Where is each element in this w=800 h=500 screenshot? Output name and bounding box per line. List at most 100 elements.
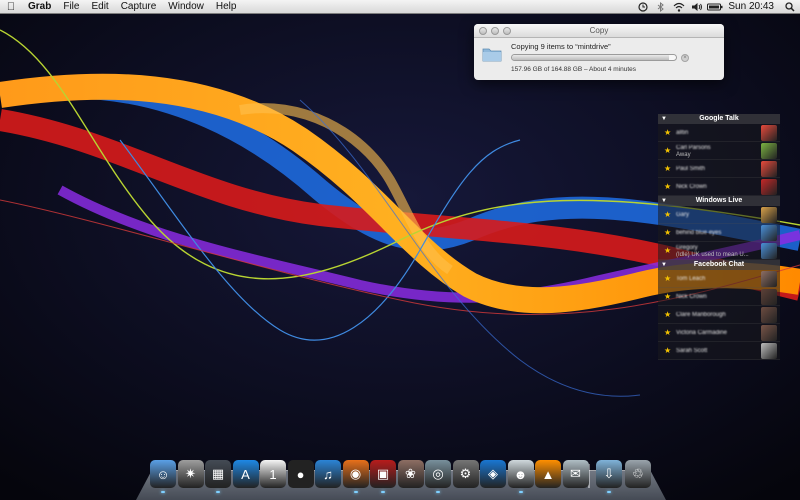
system-preferences-glyph: ⚙ [459, 466, 472, 481]
wifi-icon[interactable] [670, 0, 688, 14]
buddy-group-header[interactable]: ▼ Google Talk [658, 114, 780, 124]
buddy-group-header[interactable]: ▼ Windows Live [658, 196, 780, 206]
buddy-row[interactable]: ★ alltin [658, 124, 780, 142]
launchpad-icon[interactable]: ✷ [177, 460, 204, 488]
minimize-window-button[interactable] [491, 27, 499, 35]
buddy-row[interactable]: ★ Sarah Scott [658, 342, 780, 360]
stop-copy-button[interactable]: × [681, 54, 689, 62]
spotlight-search-icon[interactable] [780, 0, 800, 14]
zoom-window-button[interactable] [503, 27, 511, 35]
favorite-star-icon: ★ [664, 210, 672, 219]
downloads-folder-glyph: ⇩ [603, 466, 615, 481]
time-machine-icon[interactable] [634, 0, 652, 14]
photo-icon [761, 325, 777, 341]
buddy-row[interactable]: ★ Tom Leach [658, 270, 780, 288]
buddy-row[interactable]: ★ Clare Manborough [658, 306, 780, 324]
favorite-star-icon: ★ [664, 310, 672, 319]
itunes-glyph: ♫ [323, 466, 333, 482]
trash-icon[interactable]: ♲ [625, 460, 651, 488]
buddy-status: Away [676, 152, 691, 158]
close-window-button[interactable] [479, 27, 487, 35]
virtualbox-icon[interactable]: ◈ [480, 460, 506, 488]
image-capture-glyph: ◎ [432, 466, 444, 481]
volume-icon[interactable] [688, 0, 706, 14]
app-menu-grab[interactable]: Grab [22, 0, 57, 14]
running-indicator [381, 491, 385, 493]
buddy-name: Paul Smith [676, 166, 706, 172]
favorite-star-icon: ★ [664, 274, 672, 283]
turtle-icon [761, 207, 777, 223]
vlc-icon[interactable]: ▲ [535, 460, 561, 488]
buddy-row[interactable]: ★ Nick Crown [658, 288, 780, 306]
system-preferences-icon[interactable]: ⚙ [452, 460, 479, 488]
speech-bubble-icon [761, 125, 777, 141]
dvd-player-icon[interactable]: ● [287, 460, 314, 488]
buddy-name: behind blue eyes [676, 230, 722, 236]
dock: ☺ ✷ ▦ A 1 ● ♫ ◉ ▣ ❀ ◎ ⚙ ◈ ☻ ▲ ✉ ⇩ ♲ [150, 460, 651, 493]
archive-glyph: ✉ [570, 466, 581, 481]
iphoto-icon[interactable]: ❀ [397, 460, 424, 488]
battery-icon[interactable] [706, 0, 724, 14]
buddy-row[interactable]: ★ Carl Parsons Away [658, 142, 780, 160]
buddy-status: (Idle) UK used to mean U... [676, 252, 749, 258]
folder-icon [482, 48, 502, 62]
buddy-name: Nick Crown [676, 184, 707, 190]
menu-help[interactable]: Help [210, 0, 243, 14]
trash-glyph: ♲ [632, 466, 644, 481]
firefox-glyph: ◉ [349, 466, 362, 481]
photo-icon [761, 289, 777, 305]
dvd-player-glyph: ● [296, 466, 305, 482]
copy-window-titlebar[interactable]: Copy [474, 24, 724, 38]
buddy-row[interactable]: ★ Paul Smith [658, 160, 780, 178]
itunes-icon[interactable]: ♫ [315, 460, 341, 488]
menu-capture[interactable]: Capture [115, 0, 163, 14]
favorite-star-icon: ★ [664, 146, 672, 155]
bluetooth-icon[interactable] [652, 0, 670, 14]
copy-progress-window: Copy Copying 9 items to “mintdrive” × 15… [474, 24, 724, 80]
finder-glyph: ☺ [156, 466, 170, 482]
downloads-folder-icon[interactable]: ⇩ [596, 460, 622, 488]
alien-icon[interactable]: ☻ [507, 460, 534, 488]
finder-icon[interactable]: ☺ [150, 460, 176, 488]
photo-booth-icon[interactable]: ▣ [370, 460, 396, 488]
copy-status-message: Copying 9 items to “mintdrive” [511, 42, 611, 51]
buddy-row[interactable]: ★ behind blue eyes [658, 224, 780, 242]
buddy-name: Carl Parsons [676, 145, 711, 151]
disclosure-triangle-icon[interactable]: ▼ [661, 260, 667, 270]
copy-progress-text: 157.96 GB of 164.88 GB – About 4 minutes [511, 66, 637, 73]
menu-edit[interactable]: Edit [85, 0, 114, 14]
buddy-name: Tom Leach [676, 276, 706, 282]
copy-window-title: Copy [589, 26, 609, 35]
mission-control-icon[interactable]: ▦ [205, 460, 231, 488]
apple-menu-icon[interactable]:  [0, 1, 22, 13]
buddy-row[interactable]: ★ Gary [658, 206, 780, 224]
disclosure-triangle-icon[interactable]: ▼ [661, 114, 667, 124]
firefox-icon[interactable]: ◉ [342, 460, 369, 488]
menu-bar:  Grab File Edit Capture Window Help Sun… [0, 0, 800, 14]
people-icon [761, 225, 777, 241]
calendar-glyph: 1 [269, 466, 277, 482]
copy-progress-bar [511, 54, 677, 61]
running-indicator [161, 491, 165, 493]
photo-icon [761, 271, 777, 287]
app-store-icon[interactable]: A [232, 460, 259, 488]
running-indicator [436, 491, 440, 493]
menu-window[interactable]: Window [162, 0, 210, 14]
favorite-star-icon: ★ [664, 128, 672, 137]
buddy-row[interactable]: ★ Gregory (Idle) UK used to mean U... [658, 242, 780, 260]
favorite-star-icon: ★ [664, 182, 672, 191]
buddy-row[interactable]: ★ Nick Crown [658, 178, 780, 196]
buddy-list-widget: ▼ Google Talk ★ alltin ★ Carl Parsons Away ★ Pau… [658, 114, 780, 360]
disclosure-triangle-icon[interactable]: ▼ [661, 196, 667, 206]
calendar-icon[interactable]: 1 [260, 460, 286, 488]
menubar-clock[interactable]: Sun 20:43 [724, 1, 780, 12]
buddy-row[interactable]: ★ Victoria Carmadine [658, 324, 780, 342]
copy-progress-fill [512, 55, 670, 60]
stack-icon [761, 143, 777, 159]
favorite-star-icon: ★ [664, 164, 672, 173]
menu-file[interactable]: File [57, 0, 85, 14]
buddy-group-header[interactable]: ▼ Facebook Chat [658, 260, 780, 270]
archive-icon[interactable]: ✉ [562, 460, 589, 488]
photo-icon [761, 343, 777, 359]
image-capture-icon[interactable]: ◎ [425, 460, 451, 488]
